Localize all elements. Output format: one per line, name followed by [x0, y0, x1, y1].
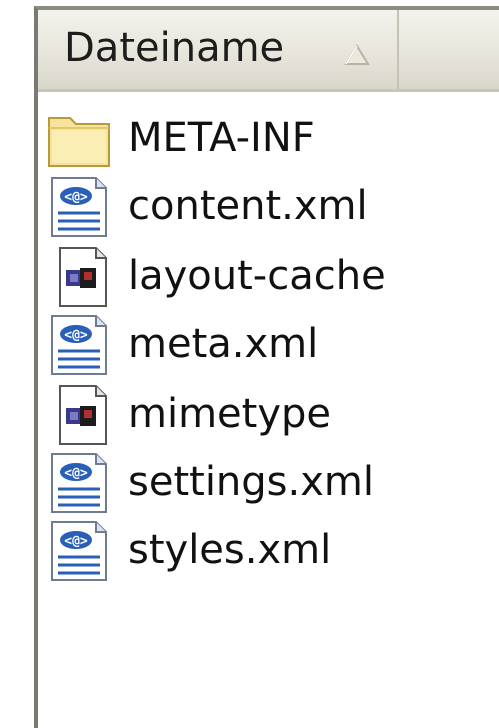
xml-file-icon: <@> — [51, 521, 107, 581]
list-item[interactable]: <@> meta.xml — [46, 312, 486, 378]
xml-file-icon: <@> — [51, 177, 107, 237]
list-item[interactable]: layout-cache — [46, 244, 486, 310]
sort-ascending-icon — [344, 44, 370, 65]
svg-text:<@>: <@> — [64, 190, 88, 205]
system-file-icon — [59, 385, 107, 445]
file-name: layout-cache — [128, 253, 386, 299]
file-list-pane: Dateiname META-INF <@> content.xml layou… — [34, 6, 499, 728]
file-name: META-INF — [128, 115, 315, 161]
file-name: meta.xml — [128, 321, 319, 367]
file-name: mimetype — [128, 391, 332, 437]
file-name: settings.xml — [128, 459, 374, 505]
folder-icon — [48, 117, 110, 167]
list-item[interactable]: <@> styles.xml — [46, 518, 486, 584]
xml-file-icon: <@> — [51, 315, 107, 375]
list-item[interactable]: mimetype — [46, 382, 486, 448]
list-item[interactable]: <@> settings.xml — [46, 450, 486, 516]
svg-text:<@>: <@> — [64, 328, 88, 343]
svg-text:<@>: <@> — [64, 466, 88, 481]
svg-text:<@>: <@> — [64, 534, 88, 549]
filename-column-header[interactable]: Dateiname — [38, 10, 399, 89]
system-file-icon — [59, 247, 107, 307]
filename-column-label: Dateiname — [64, 25, 285, 71]
column-header-bar: Dateiname — [38, 10, 499, 92]
list-item[interactable]: META-INF — [46, 106, 486, 172]
list-item[interactable]: <@> content.xml — [46, 174, 486, 240]
file-name: content.xml — [128, 183, 368, 229]
xml-file-icon: <@> — [51, 453, 107, 513]
file-name: styles.xml — [128, 527, 332, 573]
